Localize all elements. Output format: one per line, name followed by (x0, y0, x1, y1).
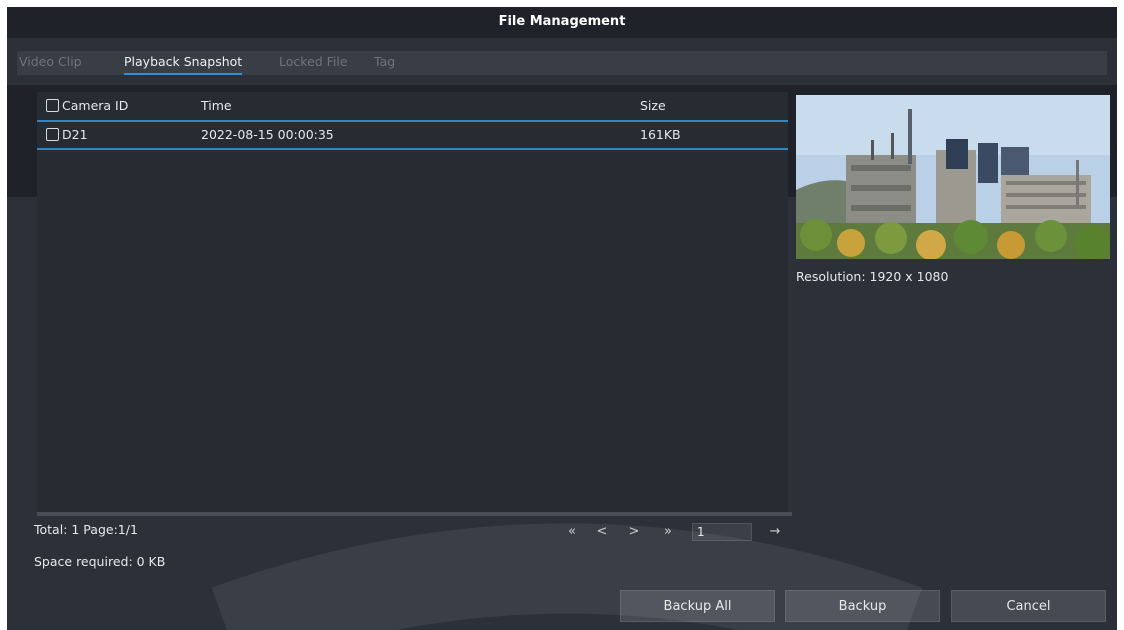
total-page-info: Total: 1 Page:1/1 (34, 522, 138, 537)
select-all-checkbox[interactable] (46, 99, 59, 112)
tab-video-clip[interactable]: Video Clip (19, 51, 82, 73)
resolution-label: Resolution: 1920 x 1080 (796, 269, 949, 284)
horizontal-scrollbar[interactable] (37, 512, 792, 516)
cell-time: 2022-08-15 00:00:35 (201, 127, 334, 142)
tab-bar: Video Clip Playback Snapshot Locked File… (17, 51, 1107, 75)
space-required: Space required: 0 KB (34, 554, 166, 569)
tab-locked-file[interactable]: Locked File (279, 51, 348, 73)
table-row[interactable]: D21 2022-08-15 00:00:35 161KB (37, 122, 788, 150)
last-page-button[interactable]: » (658, 520, 678, 544)
column-camera-id: Camera ID (62, 98, 129, 113)
file-management-dialog: File Management Video Clip Playback Snap… (7, 7, 1117, 630)
row-checkbox[interactable] (46, 128, 59, 141)
dialog-title: File Management (7, 7, 1117, 38)
cell-size: 161KB (640, 127, 681, 142)
file-list: Camera ID Time Size D21 2022-08-15 00:00… (37, 92, 788, 512)
page-number-input[interactable] (692, 523, 752, 541)
backup-button[interactable]: Backup (785, 590, 940, 622)
list-header: Camera ID Time Size (37, 92, 788, 122)
go-to-page-button[interactable]: → (765, 520, 785, 544)
snapshot-preview-image (796, 95, 1110, 259)
tab-playback-snapshot[interactable]: Playback Snapshot (124, 51, 243, 75)
column-size: Size (640, 98, 666, 113)
column-time: Time (201, 98, 232, 113)
first-page-button[interactable]: « (562, 520, 582, 544)
tab-tag[interactable]: Tag (374, 51, 395, 73)
pagination: « < > » → (562, 520, 792, 544)
cancel-button[interactable]: Cancel (951, 590, 1106, 622)
backup-all-button[interactable]: Backup All (620, 590, 775, 622)
cell-camera-id: D21 (62, 127, 88, 142)
next-page-button[interactable]: > (624, 520, 644, 544)
prev-page-button[interactable]: < (592, 520, 612, 544)
